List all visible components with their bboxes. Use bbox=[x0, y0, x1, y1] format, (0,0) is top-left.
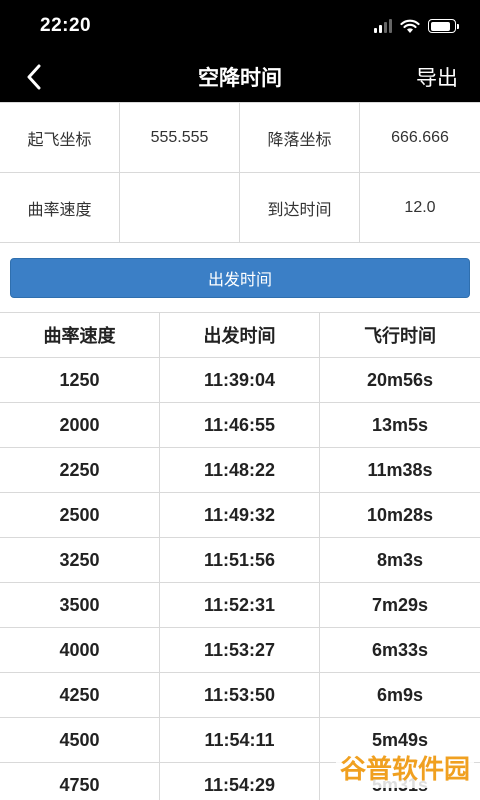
cell-curve-speed: 2250 bbox=[0, 448, 160, 492]
cell-depart-time: 11:46:55 bbox=[160, 403, 320, 447]
cell-depart-time: 11:54:11 bbox=[160, 718, 320, 762]
cell-flight-time: 13m5s bbox=[371, 414, 429, 435]
cell-depart-time: 11:53:27 bbox=[160, 628, 320, 672]
chevron-left-icon bbox=[27, 64, 41, 90]
cell-depart-time: 11:53:50 bbox=[160, 673, 320, 717]
battery-icon bbox=[428, 19, 459, 33]
status-bar: 22:20 bbox=[0, 0, 480, 52]
table-row: 1250 11:39:04 20m56s bbox=[0, 358, 480, 403]
table-row: 4250 11:53:50 6m9s bbox=[0, 673, 480, 718]
results-table: 曲率速度 出发时间 飞行时间 1250 11:39:04 20m56s 2000 11:… bbox=[0, 312, 480, 800]
cell-depart-time: 11:54:29 bbox=[160, 763, 320, 800]
cell-depart-time: 11:48:22 bbox=[160, 448, 320, 492]
landing-value-field[interactable]: 666.666 bbox=[360, 103, 480, 173]
table-body: 1250 11:39:04 20m56s 2000 11:46:55 13m5s 2250 1… bbox=[0, 358, 480, 800]
table-row: 2250 11:48:22 11m38s bbox=[0, 448, 480, 493]
header-curve-speed: 曲率速度 bbox=[0, 313, 160, 357]
cell-curve-speed: 4500 bbox=[0, 718, 160, 762]
watermark-text: 谷普软件园 bbox=[339, 754, 470, 784]
cell-flight-time: 11m38s bbox=[367, 459, 433, 480]
cell-curve-speed: 1250 bbox=[0, 358, 160, 402]
cell-flight-time: 20m56s bbox=[366, 369, 434, 390]
cell-curve-speed: 4250 bbox=[0, 673, 160, 717]
curve-speed-label: 曲率速度 bbox=[0, 173, 120, 243]
arrival-value-field[interactable]: 12.0 bbox=[360, 173, 480, 243]
cell-flight-time: 7m29s bbox=[371, 594, 429, 615]
status-time: 22:20 bbox=[40, 15, 92, 36]
landing-label: 降落坐标 bbox=[240, 103, 360, 173]
cell-depart-time: 11:49:32 bbox=[160, 493, 320, 537]
cell-curve-speed: 3250 bbox=[0, 538, 160, 582]
arrival-label: 到达时间 bbox=[240, 173, 360, 243]
takeoff-value-field[interactable]: 555.555 bbox=[120, 103, 240, 173]
cellular-signal-icon bbox=[374, 19, 392, 33]
table-header-row: 曲率速度 出发时间 飞行时间 bbox=[0, 313, 480, 358]
cell-flight-time: 8m3s bbox=[376, 549, 424, 570]
watermark-logo: 谷普软件园 bbox=[335, 747, 474, 788]
cell-flight-time: 6m9s bbox=[376, 684, 424, 705]
cell-flight-time: 10m28s bbox=[366, 504, 434, 525]
table-row: 3500 11:52:31 7m29s bbox=[0, 583, 480, 628]
page-title: 空降时间 bbox=[198, 67, 282, 90]
status-icons bbox=[374, 19, 459, 34]
back-button[interactable] bbox=[26, 62, 50, 92]
cell-depart-time: 11:39:04 bbox=[160, 358, 320, 402]
wifi-icon bbox=[400, 19, 420, 33]
cell-curve-speed: 2500 bbox=[0, 493, 160, 537]
nav-bar: 空降时间 导出 bbox=[0, 52, 480, 102]
table-row: 4000 11:53:27 6m33s bbox=[0, 628, 480, 673]
cell-depart-time: 11:51:56 bbox=[160, 538, 320, 582]
export-button[interactable]: 导出 bbox=[416, 62, 458, 92]
cell-curve-speed: 4000 bbox=[0, 628, 160, 672]
depart-button-wrap: 出发时间 bbox=[0, 243, 480, 312]
takeoff-label: 起飞坐标 bbox=[0, 103, 120, 173]
header-depart-time: 出发时间 bbox=[160, 313, 320, 357]
cell-flight-time: 6m33s bbox=[371, 639, 429, 660]
cell-depart-time: 11:52:31 bbox=[160, 583, 320, 627]
table-row: 3250 11:51:56 8m3s bbox=[0, 538, 480, 583]
table-row: 2000 11:46:55 13m5s bbox=[0, 403, 480, 448]
cell-curve-speed: 4750 bbox=[0, 763, 160, 800]
table-row: 2500 11:49:32 10m28s bbox=[0, 493, 480, 538]
depart-time-button[interactable]: 出发时间 bbox=[10, 258, 470, 298]
header-flight-time: 飞行时间 bbox=[364, 326, 436, 346]
info-grid: 起飞坐标 555.555 降落坐标 666.666 曲率速度 到达时间 12.0 bbox=[0, 102, 480, 243]
cell-curve-speed: 3500 bbox=[0, 583, 160, 627]
cell-curve-speed: 2000 bbox=[0, 403, 160, 447]
curve-speed-field[interactable] bbox=[120, 173, 240, 243]
